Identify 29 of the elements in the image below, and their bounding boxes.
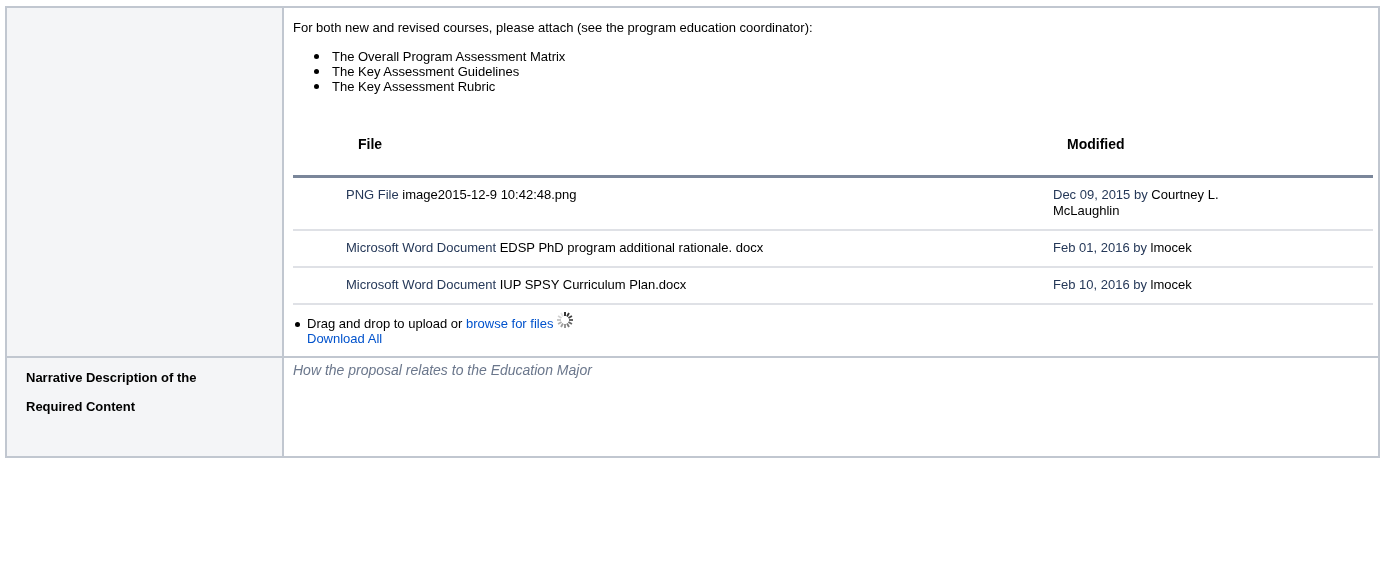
date-link[interactable]: Feb 10, 2016 by [1053,277,1147,292]
column-header: Modified [1041,126,1373,177]
list-item: The Key Assessment Rubric [332,79,496,94]
list-item: The Overall Program Assessment Matrix [332,49,566,64]
upload-text: Drag and drop to upload or browse for files [307,315,554,331]
intro-text: For both new and revised courses, please attach (see the program education coordinator): [293,20,814,35]
file-name: Microsoft Word Document EDSP PhD program additional rationale. docx [346,240,764,255]
column-header: File [293,126,1041,177]
file-name: PNG File image2015-12-9 10:42:48.png [346,187,577,202]
browse-link[interactable]: browse for files [466,315,554,331]
file-type-link[interactable]: PNG File [346,187,399,202]
row-label: Narrative Description of the [26,370,198,385]
bullet-icon [314,69,319,74]
file-name: Microsoft Word Document IUP SPSY Curriculum Plan.docx [346,277,687,292]
row-label: Required Content [26,399,137,414]
list-item: The Key Assessment Guidelines [332,64,520,79]
modified-text: Feb 01, 2016 by lmocek [1053,240,1192,255]
date-link[interactable]: Feb 01, 2016 by [1053,240,1147,255]
placeholder-text: How the proposal relates to the Education Major [293,362,594,378]
date-link[interactable]: Dec 09, 2015 by [1053,187,1148,202]
modified-text: Dec 09, 2015 by Courtney L. McLaughlin [1053,187,1219,218]
bullet-icon [314,84,319,89]
download-all-link[interactable]: Download All [307,331,383,346]
bullet-icon [295,322,300,327]
modified-text: Feb 10, 2016 by lmocek [1053,277,1192,292]
bullet-icon [314,54,319,59]
file-type-link[interactable]: Microsoft Word Document [346,240,497,255]
loading-spinner-icon [556,311,575,329]
file-type-link[interactable]: Microsoft Word Document [346,277,497,292]
